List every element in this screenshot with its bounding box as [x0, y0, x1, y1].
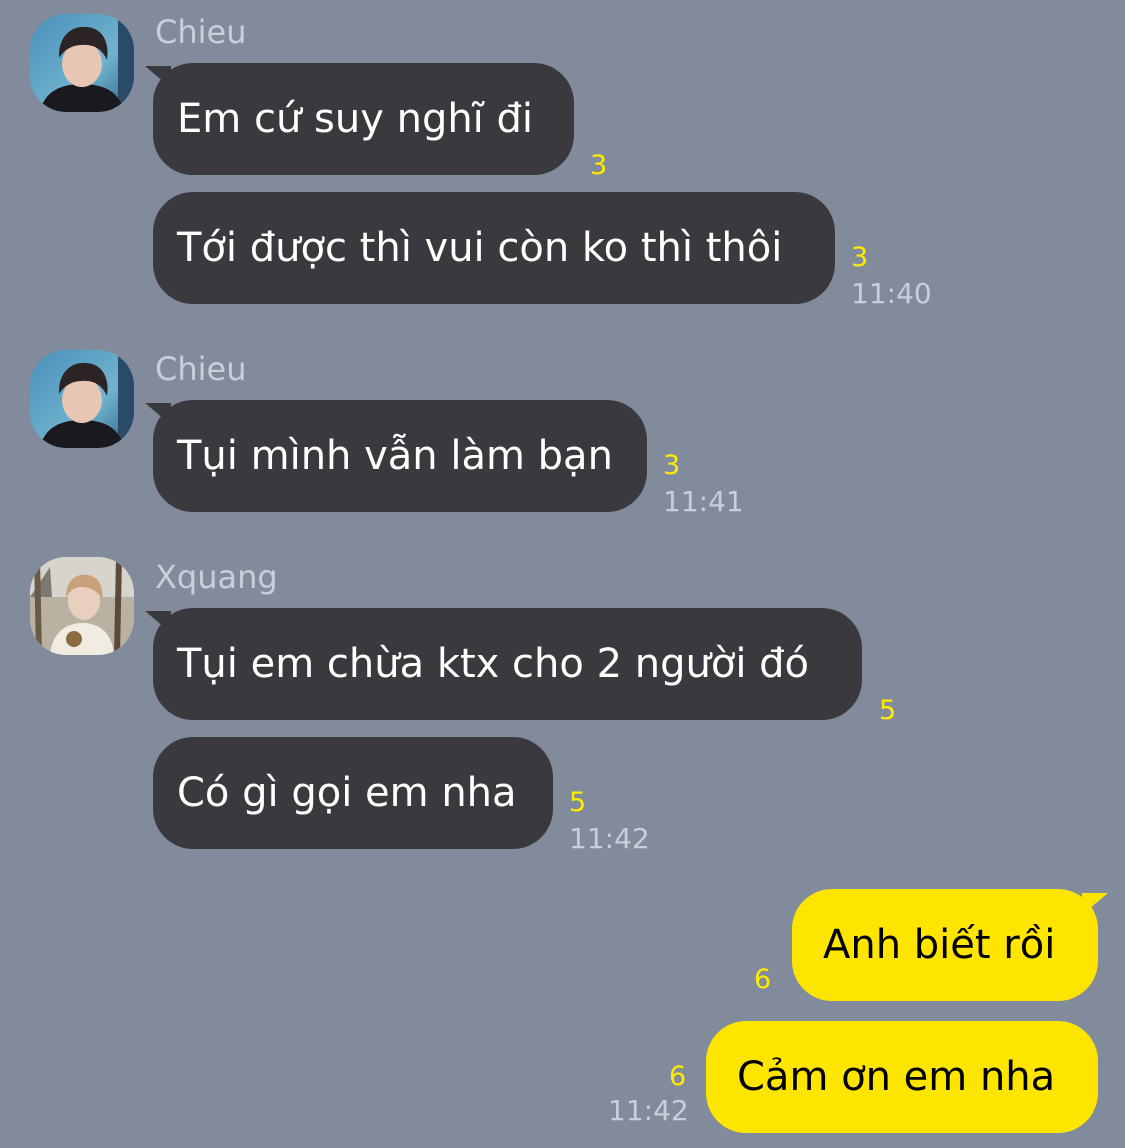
message-timestamp: 11:40 [851, 277, 932, 310]
profile-photo-icon [30, 14, 134, 112]
avatar-chieu[interactable] [30, 350, 134, 448]
outgoing-message[interactable]: Anh biết rồi [792, 889, 1098, 1001]
chat-view: Chieu Em cứ suy nghĩ đi 3 Tới được thì v… [0, 0, 1125, 1148]
sender-name: Xquang [155, 558, 278, 596]
profile-photo-icon [30, 557, 134, 655]
message-timestamp: 11:41 [663, 485, 744, 518]
unread-count: 6 [669, 1061, 687, 1092]
incoming-message[interactable]: Có gì gọi em nha [153, 737, 553, 849]
incoming-message[interactable]: Tới được thì vui còn ko thì thôi [153, 192, 835, 304]
unread-count: 3 [590, 150, 608, 181]
avatar-chieu[interactable] [30, 14, 134, 112]
unread-count: 6 [754, 964, 772, 995]
unread-count: 3 [663, 450, 681, 481]
unread-count: 3 [851, 242, 869, 273]
sender-name: Chieu [155, 350, 247, 388]
avatar-xquang[interactable] [30, 557, 134, 655]
message-timestamp: 11:42 [569, 822, 650, 855]
unread-count: 5 [879, 695, 897, 726]
incoming-message[interactable]: Tụi mình vẫn làm bạn [153, 400, 647, 512]
sender-name: Chieu [155, 13, 247, 51]
outgoing-message[interactable]: Cảm ơn em nha [706, 1021, 1098, 1133]
incoming-message[interactable]: Em cứ suy nghĩ đi [153, 63, 574, 175]
profile-photo-icon [30, 350, 134, 448]
unread-count: 5 [569, 787, 587, 818]
message-timestamp: 11:42 [608, 1094, 689, 1127]
incoming-message[interactable]: Tụi em chừa ktx cho 2 người đó [153, 608, 862, 720]
